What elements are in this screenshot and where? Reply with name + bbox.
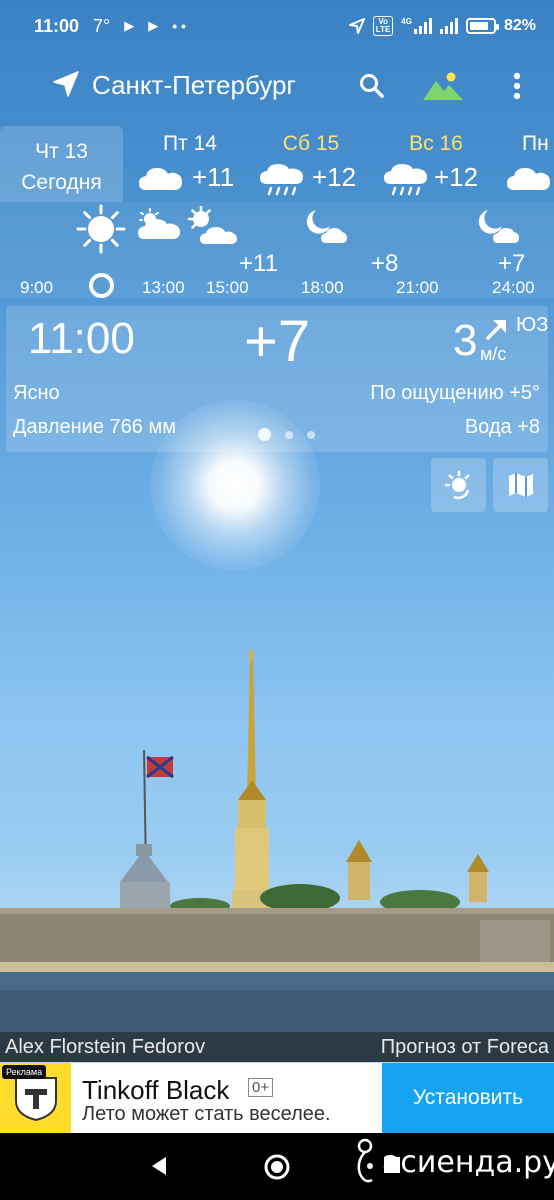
day-tab-sun[interactable]: Вс 16 +12: [378, 126, 494, 202]
credits-bar: Alex Florstein Fedorov Прогноз от Foreca: [0, 1032, 554, 1062]
cloud-icon: [507, 168, 550, 190]
photo-credit[interactable]: Alex Florstein Fedorov: [5, 1036, 205, 1059]
play-icon: ▶: [148, 18, 159, 33]
map-icon: [508, 473, 533, 497]
ad-subtitle: Лето может стать веселее.: [82, 1103, 331, 1125]
feels-like: По ощущению +5°: [370, 382, 540, 404]
current-temp: +7: [244, 309, 311, 374]
city-name[interactable]: Санкт-Петербург: [92, 70, 296, 101]
ad-banner[interactable]: Реклама Tinkoff Black 0+ Лето может стат…: [0, 1063, 554, 1133]
battery-icon: [465, 18, 499, 34]
background-button[interactable]: [421, 66, 465, 106]
sun-moon-icon: [444, 470, 469, 500]
rain-cloud-icon: [384, 164, 427, 196]
watermark: асиенда.ру: [352, 1136, 554, 1188]
map-button[interactable]: [493, 458, 548, 512]
day-tabs: Чт 13 Сегодня Пт 14 +11 Сб 15 +12 Вс 16 …: [0, 126, 554, 202]
rain-cloud-icon: [260, 164, 303, 196]
ad-title: Tinkoff Black: [82, 1075, 230, 1105]
location-status-icon: [348, 18, 365, 34]
play-icon: ▶: [124, 18, 135, 33]
search-icon: [360, 74, 384, 98]
back-icon[interactable]: [148, 1155, 170, 1177]
status-time: 11:00: [34, 15, 80, 36]
age-rating: 0+: [248, 1078, 274, 1097]
landscape-icon: [423, 72, 463, 100]
condition: Ясно: [13, 382, 60, 404]
day-tab-today[interactable]: Чт 13 Сегодня: [0, 126, 123, 202]
day-tab-mon[interactable]: Пн: [502, 126, 554, 202]
signal-4g-icon: 4G: [401, 18, 432, 34]
sun-icon: [76, 204, 126, 254]
volte-icon: Vo LTE: [372, 16, 394, 36]
moon-cloud-icon: [306, 210, 347, 243]
wind-direction: ЮЗ: [516, 314, 549, 336]
location-arrow-icon[interactable]: [52, 70, 80, 98]
hourly-forecast[interactable]: +11 +8 +7 9:00 13:00 15:00 18:00 21:00 2…: [0, 202, 554, 298]
moon-cloud-icon: [478, 210, 519, 243]
install-button[interactable]: Установить: [382, 1063, 554, 1133]
current-conditions-card[interactable]: 11:00 +7 3 ЮЗ м/с Ясно По ощущению +5° Д…: [6, 306, 548, 452]
more-vert-icon: [513, 72, 521, 100]
more-button[interactable]: [497, 66, 537, 106]
current-time: 11:00: [28, 314, 135, 363]
status-temp: 7°: [93, 15, 111, 36]
forecast-source[interactable]: Прогноз от Foreca: [381, 1036, 549, 1059]
background-photo: [0, 650, 554, 1032]
signal-icon: [439, 18, 458, 34]
wind-unit: м/с: [480, 344, 507, 364]
day-tab-sat[interactable]: Сб 15 +12: [254, 126, 368, 202]
cloud-icon: [139, 168, 182, 190]
status-bar: 11:00 7° ▶ ▶ • • Vo LTE 4G 82%: [0, 0, 554, 52]
water-temp: Вода +8: [464, 416, 540, 438]
more-notifications-icon: • •: [172, 18, 186, 34]
sun-info-button[interactable]: [431, 458, 486, 512]
search-button[interactable]: [352, 66, 392, 106]
home-icon[interactable]: [263, 1153, 291, 1181]
day-tab-fri[interactable]: Пт 14 +11: [132, 126, 248, 202]
ad-label: Реклама: [2, 1065, 47, 1079]
toolbar: Санкт-Петербург: [0, 58, 554, 114]
partly-cloudy-icon: [138, 208, 180, 239]
pressure: Давление 766 мм: [13, 416, 176, 438]
battery-percent: 82%: [503, 17, 536, 34]
sun-cloud-icon: [187, 206, 237, 244]
watermark-logo-icon: [357, 1138, 373, 1183]
wind-direction-icon: [486, 320, 506, 340]
current-time-marker: [89, 273, 114, 298]
page-indicator: [258, 428, 315, 441]
wind-speed: 3: [453, 316, 478, 365]
